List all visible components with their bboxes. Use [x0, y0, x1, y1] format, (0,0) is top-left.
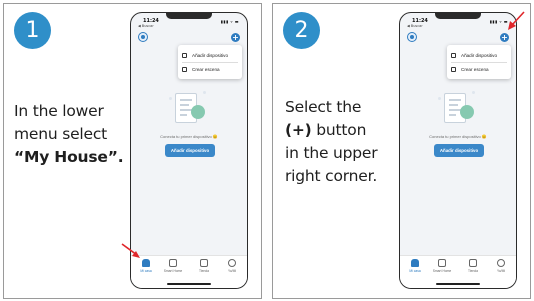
device-icon	[182, 52, 187, 58]
tab-smart-home[interactable]: Smart Home	[161, 259, 185, 273]
menu-item-label: Añadir dispositivo	[461, 52, 498, 58]
tab-label: Yo/Mi	[496, 269, 506, 273]
illustration-line	[449, 114, 456, 116]
smart-home-icon	[169, 259, 177, 267]
tab-label: Mi casa	[140, 269, 152, 273]
add-device-button[interactable]: Añadir dispositivo	[165, 144, 215, 157]
empty-state-illustration	[438, 87, 478, 133]
add-button[interactable]: +	[500, 33, 509, 42]
home-icon	[411, 259, 419, 267]
illustration-dot	[472, 91, 475, 94]
step-number-badge: 1	[14, 12, 51, 49]
scene-icon	[451, 66, 456, 72]
step-number-badge: 2	[283, 12, 320, 49]
instruction-line: In the lower	[14, 102, 104, 120]
tab-label: Mi casa	[409, 269, 421, 273]
menu-item-label: Crear escena	[192, 66, 220, 72]
menu-item-label: Crear escena	[461, 66, 489, 72]
illustration-line	[449, 99, 461, 101]
step-instruction: Select the (+) button in the upper right…	[285, 96, 405, 188]
instruction-line: menu select	[14, 125, 108, 143]
tab-label: Smart Home	[432, 269, 452, 273]
app-logo-icon	[138, 32, 148, 42]
profile-icon	[228, 259, 236, 267]
illustration-dot	[169, 97, 172, 100]
illustration-line	[180, 114, 187, 116]
tab-store[interactable]: Tienda	[192, 259, 216, 273]
illustration-line	[180, 99, 192, 101]
pointer-arrow	[121, 243, 140, 258]
add-menu-dropdown: Añadir dispositivo Crear escena	[178, 45, 242, 79]
profile-icon	[497, 259, 505, 267]
tab-label: Tienda	[468, 269, 478, 273]
add-device-button[interactable]: Añadir dispositivo	[434, 144, 484, 157]
add-menu-dropdown: Añadir dispositivo Crear escena	[447, 45, 511, 79]
illustration-dot	[438, 97, 441, 100]
step-instruction: In the lower menu select “My House”.	[14, 100, 132, 169]
menu-item-add-device[interactable]: Añadir dispositivo	[182, 49, 228, 61]
home-icon	[142, 259, 150, 267]
menu-item-create-scene[interactable]: Crear escena	[451, 63, 489, 75]
illustration-badge	[191, 105, 205, 119]
instruction-line-highlight: “My House”.	[14, 148, 124, 166]
tab-label: Smart Home	[163, 269, 183, 273]
tab-label: Yo/Mi	[227, 269, 237, 273]
app-logo-icon	[407, 32, 417, 42]
scene-icon	[182, 66, 187, 72]
illustration-dot	[203, 91, 206, 94]
empty-state-hint: Conecta tu primer dispositivo 😊	[160, 134, 218, 139]
illustration-line	[449, 104, 458, 106]
tab-my-house[interactable]: Mi casa	[134, 259, 158, 273]
plus-symbol-text: (+)	[285, 121, 312, 139]
instruction-line: in the upper	[285, 144, 378, 162]
illustration-badge	[460, 105, 474, 119]
tab-store[interactable]: Tienda	[461, 259, 485, 273]
step-1-panel: 1 In the lower menu select “My House”. 1…	[3, 3, 262, 299]
tab-my-house[interactable]: Mi casa	[403, 259, 427, 273]
instruction-line: right corner.	[285, 167, 378, 185]
phone-screenshot: 11:24 ◀ Buscar ▮▮▮ ▿ ▬ + Añadir disposit…	[399, 12, 517, 289]
bottom-tab-bar: Mi casa Smart Home Tienda Yo/Mi	[400, 255, 516, 288]
instruction-line: (+) button	[285, 119, 405, 142]
tab-profile[interactable]: Yo/Mi	[489, 259, 513, 273]
device-icon	[451, 52, 456, 58]
tab-label: Tienda	[199, 269, 209, 273]
menu-item-create-scene[interactable]: Crear escena	[182, 63, 220, 75]
step-2-panel: 2 Select the (+) button in the upper rig…	[272, 3, 531, 299]
instruction-line: Select the	[285, 98, 362, 116]
tab-smart-home[interactable]: Smart Home	[430, 259, 454, 273]
status-icons: ▮▮▮ ▿ ▬	[220, 19, 239, 24]
pointer-arrow	[508, 11, 525, 30]
smart-home-icon	[438, 259, 446, 267]
status-back-link[interactable]: ◀ Buscar	[138, 24, 154, 28]
add-button[interactable]: +	[231, 33, 240, 42]
phone-notch	[166, 13, 212, 19]
shopping-bag-icon	[469, 259, 477, 267]
illustration-line	[180, 104, 189, 106]
tab-profile[interactable]: Yo/Mi	[220, 259, 244, 273]
bottom-tab-bar: Mi casa Smart Home Tienda Yo/Mi	[131, 255, 247, 288]
menu-item-label: Añadir dispositivo	[192, 52, 229, 58]
phone-notch	[435, 13, 481, 19]
phone-screenshot: 11:24 ◀ Buscar ▮▮▮ ▿ ▬ + Añadir disposit…	[130, 12, 248, 289]
empty-state-hint: Conecta tu primer dispositivo 😊	[429, 134, 487, 139]
instruction-text: button	[311, 121, 367, 139]
status-back-link[interactable]: ◀ Buscar	[407, 24, 423, 28]
shopping-bag-icon	[200, 259, 208, 267]
empty-state-illustration	[169, 87, 209, 133]
home-indicator	[167, 283, 211, 285]
menu-item-add-device[interactable]: Añadir dispositivo	[451, 49, 497, 61]
home-indicator	[436, 283, 480, 285]
